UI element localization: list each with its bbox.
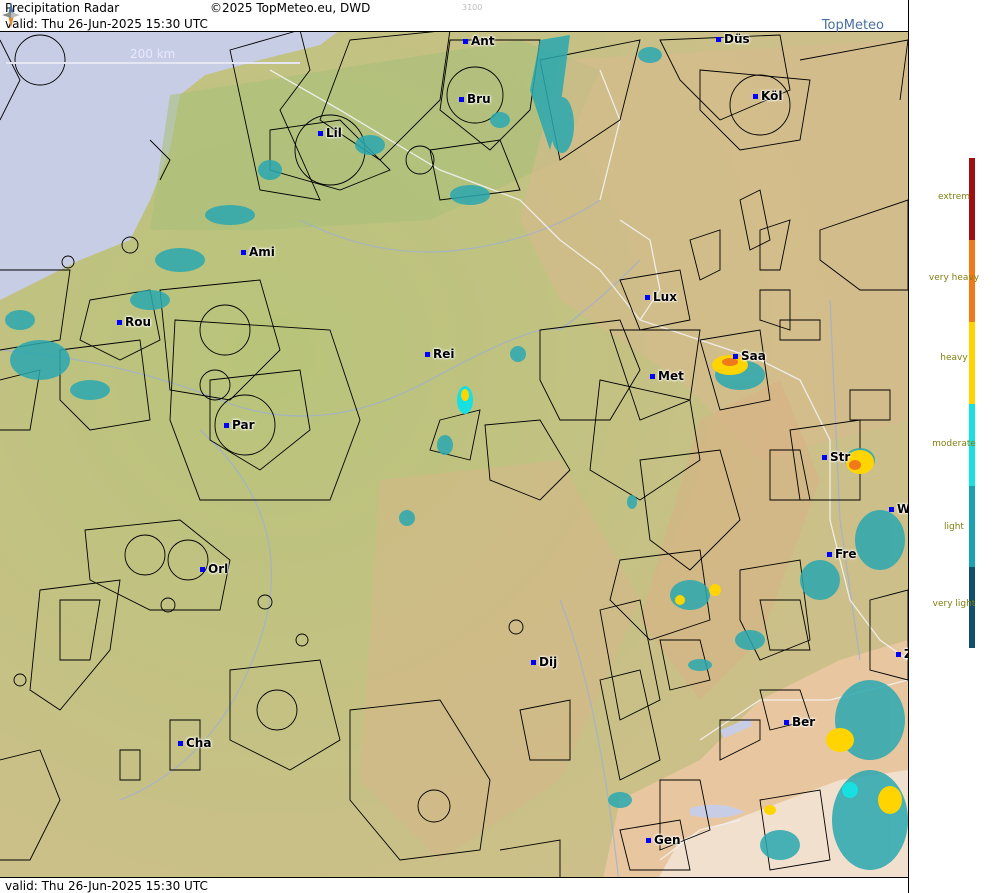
city-marker	[753, 94, 758, 99]
city-label: Ami	[241, 245, 275, 259]
city-label: Düs	[716, 32, 750, 46]
city-label: Bru	[459, 92, 491, 106]
color-bar	[969, 158, 975, 648]
copyright: ©2025 TopMeteo.eu, DWD	[210, 1, 371, 15]
city-label: Ber	[784, 715, 815, 729]
city-marker	[224, 423, 229, 428]
city-marker	[827, 552, 832, 557]
header-bar: Precipitation Radar ©2025 TopMeteo.eu, D…	[0, 0, 908, 16]
radar-map[interactable]: Ant Düs Bru Köl Lil Ami Lux Rou Rei Saa …	[0, 0, 908, 893]
city-marker	[645, 295, 650, 300]
city-label: Rou	[117, 315, 151, 329]
city-marker	[650, 374, 655, 379]
city-marker	[646, 838, 651, 843]
city-label: Ant	[463, 34, 495, 48]
faint-code: 3100	[462, 3, 483, 12]
city-marker	[733, 354, 738, 359]
city-label: W	[889, 502, 908, 516]
city-label: Z	[896, 647, 908, 661]
valid-bar: valid: Thu 26-Jun-2025 15:30 UTC	[0, 16, 908, 32]
legend-panel: extrem very heavy heavy moderate light v…	[908, 0, 1000, 893]
valid-time: valid: Thu 26-Jun-2025 15:30 UTC	[5, 17, 208, 31]
city-marker	[463, 39, 468, 44]
scale-label: 200 km	[130, 47, 176, 61]
scale-bar	[6, 62, 300, 64]
city-marker	[178, 741, 183, 746]
legend-label: moderate	[932, 439, 976, 449]
map-title: Precipitation Radar	[5, 1, 120, 15]
city-marker	[459, 97, 464, 102]
city-marker	[889, 507, 894, 512]
city-marker	[200, 567, 205, 572]
city-label: Lil	[318, 126, 342, 140]
city-label: Fre	[827, 547, 857, 561]
city-label: Cha	[178, 736, 211, 750]
footer-valid-time: valid: Thu 26-Jun-2025 15:30 UTC	[5, 879, 208, 893]
city-label: Dij	[531, 655, 557, 669]
city-label: Rei	[425, 347, 455, 361]
city-label: Lux	[645, 290, 677, 304]
city-marker	[241, 250, 246, 255]
city-marker	[784, 720, 789, 725]
city-label: Köl	[753, 89, 782, 103]
compass-icon	[2, 2, 20, 28]
legend-label: very light	[932, 599, 976, 609]
city-label: Met	[650, 369, 684, 383]
city-label: Str	[822, 450, 850, 464]
brand-logo: TopMeteo	[821, 18, 884, 33]
legend-label: very heavy	[928, 273, 980, 283]
city-marker	[531, 660, 536, 665]
city-label: Gen	[646, 833, 681, 847]
legend-label: heavy	[940, 353, 968, 363]
city-marker	[318, 131, 323, 136]
legend-swatch	[969, 322, 975, 404]
legend-label: extrem	[937, 192, 971, 202]
city-marker	[117, 320, 122, 325]
city-label: Par	[224, 418, 255, 432]
city-label: Orl	[200, 562, 228, 576]
city-marker	[896, 652, 901, 657]
city-label: Saa	[733, 349, 766, 363]
city-marker	[716, 37, 721, 42]
city-marker	[822, 455, 827, 460]
map-canvas	[0, 0, 908, 893]
city-marker	[425, 352, 430, 357]
legend-label: light	[944, 522, 964, 532]
footer-bar: valid: Thu 26-Jun-2025 15:30 UTC	[0, 877, 908, 893]
